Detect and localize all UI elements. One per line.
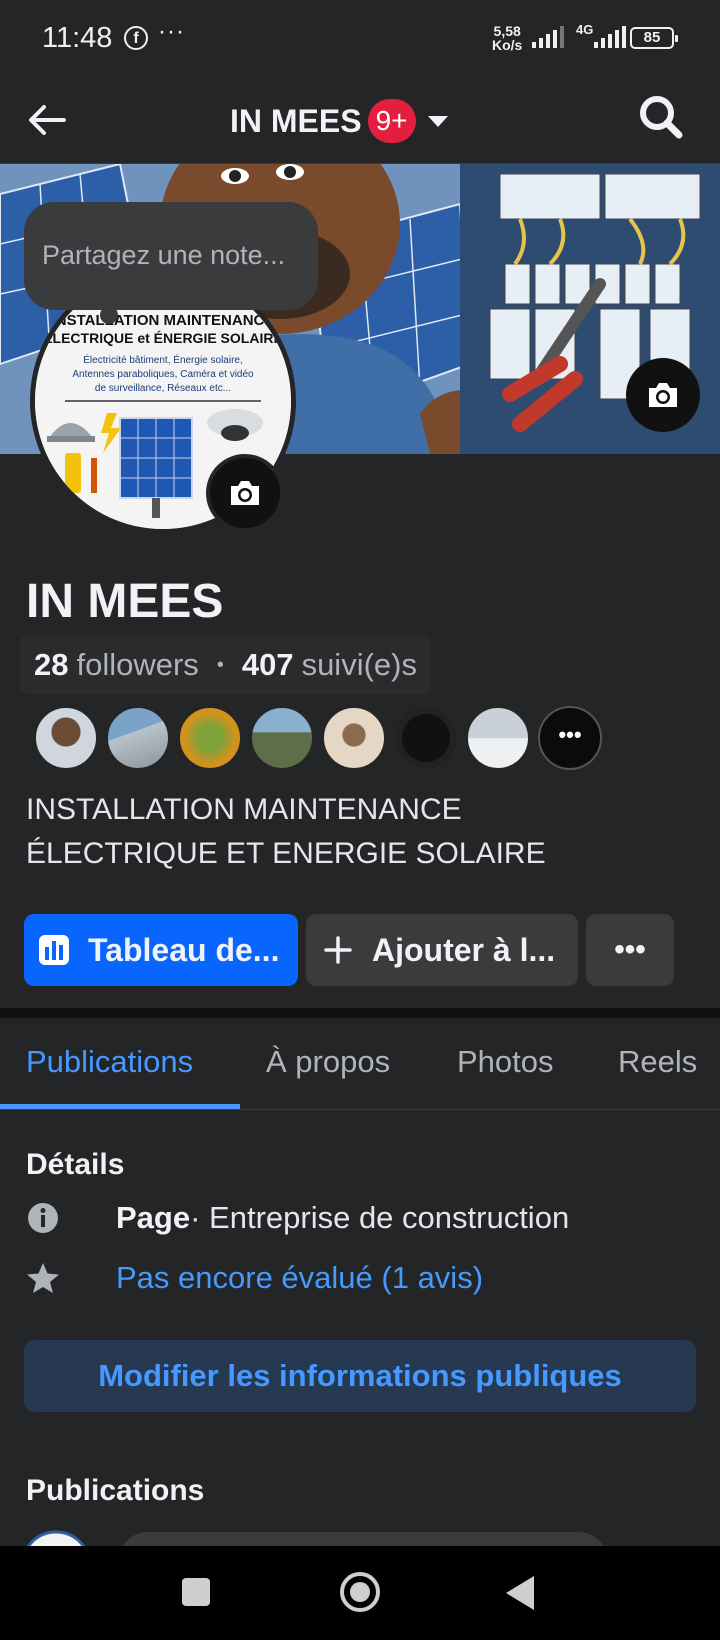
chart-icon <box>38 934 70 966</box>
page-category: · Entreprise de construction <box>190 1200 570 1235</box>
stats-separator: • <box>216 653 224 676</box>
friend-avatar[interactable] <box>322 706 386 770</box>
friend-avatar[interactable] <box>394 706 458 770</box>
profile-name: IN MEES <box>26 575 224 628</box>
edit-public-info-button[interactable]: Modifier les informations publiques <box>24 1340 696 1412</box>
more-notifications-icon: ··· <box>158 18 185 45</box>
friend-avatar[interactable] <box>250 706 314 770</box>
friends-strip: ••• <box>34 706 610 770</box>
home-button[interactable] <box>340 1572 380 1612</box>
network-speed: 5,58 Ko/s <box>492 24 522 52</box>
add-to-story-button[interactable]: Ajouter à l... <box>306 914 578 986</box>
star-icon <box>26 1261 60 1295</box>
profile-tabs: Publications À propos Photos Reels <box>0 1018 720 1110</box>
bio-line-1: INSTALLATION MAINTENANCE <box>26 793 462 826</box>
info-icon <box>26 1202 60 1234</box>
friend-avatar[interactable] <box>106 706 170 770</box>
clock: 11:48 <box>42 22 113 54</box>
tab-photos[interactable]: Photos <box>457 1044 554 1080</box>
avatar-line-4: Antennes paraboliques, Caméra et vidéo <box>72 369 254 380</box>
page-bio: INSTALLATION MAINTENANCE ÉLECTRIQUE ET E… <box>26 788 666 876</box>
section-divider <box>0 1008 720 1018</box>
dashboard-label: Tableau de... <box>88 931 280 968</box>
camera-icon <box>649 383 677 407</box>
signal-4g-icon <box>594 26 626 48</box>
app-header: IN MEES 9+ <box>0 78 720 164</box>
notification-badge: 9+ <box>367 99 416 143</box>
back-button[interactable] <box>24 96 72 144</box>
note-bubble-tail <box>100 306 118 324</box>
follow-stats[interactable]: 28 followers • 407 suivi(e)s <box>20 636 431 694</box>
arrow-left-icon <box>29 105 66 135</box>
edit-profile-picture-button[interactable] <box>206 454 284 532</box>
following-count: 407 <box>241 647 294 682</box>
signal-icon <box>532 26 564 48</box>
following-label: suivi(e)s <box>301 647 417 682</box>
bio-line-2: ÉLECTRIQUE ET ENERGIE SOLAIRE <box>26 837 546 870</box>
avatar-line-1: INSTALLATION MAINTENANCE <box>52 312 275 329</box>
system-nav-bar <box>0 1546 720 1640</box>
avatar-line-2: ÉLECTRIQUE et ÉNERGIE SOLAIRE <box>43 330 283 346</box>
tab-publications[interactable]: Publications <box>26 1044 193 1080</box>
plus-icon <box>322 934 354 966</box>
network-type: 4G <box>576 22 594 37</box>
friend-avatar[interactable] <box>178 706 242 770</box>
tab-about[interactable]: À propos <box>266 1044 390 1080</box>
dashboard-button[interactable]: Tableau de... <box>24 914 298 986</box>
avatar-line-3: Électricité bâtiment, Énergie solaire, <box>83 353 243 366</box>
network-speed-unit: Ko/s <box>492 37 523 53</box>
tab-reels[interactable]: Reels <box>618 1044 697 1080</box>
followers-count: 28 <box>34 647 69 682</box>
camera-icon <box>231 481 259 505</box>
network-speed-value: 5,58 <box>493 23 521 39</box>
details-heading: Détails <box>26 1148 125 1181</box>
search-button[interactable] <box>636 92 686 142</box>
rating-link[interactable]: Pas encore évalué (1 avis) <box>116 1260 483 1296</box>
avatar-line-5: de surveillance, Réseaux etc... <box>95 383 231 394</box>
battery-icon: 85 <box>630 27 678 49</box>
friend-avatar[interactable] <box>466 706 530 770</box>
edit-cover-button[interactable] <box>626 358 700 432</box>
note-placeholder[interactable]: Partagez une note... <box>42 240 285 271</box>
rating-row[interactable]: Pas encore évalué (1 avis) <box>26 1260 483 1296</box>
active-tab-indicator <box>0 1104 240 1109</box>
home-icon <box>350 1582 370 1602</box>
followers-label: followers <box>76 647 199 682</box>
publications-heading: Publications <box>26 1474 205 1507</box>
chevron-down-icon <box>427 115 448 127</box>
page-title: IN MEES <box>230 102 362 139</box>
facebook-notification-icon: f <box>124 26 148 50</box>
search-icon <box>640 96 683 139</box>
recents-button[interactable] <box>182 1578 210 1606</box>
page-category-row: Page · Entreprise de construction <box>26 1200 569 1236</box>
page-switcher[interactable]: IN MEES 9+ <box>230 96 448 146</box>
status-bar: 11:48 f ··· 5,58 Ko/s 4G 85 <box>0 0 720 78</box>
page-label: Page <box>116 1200 191 1235</box>
add-label: Ajouter à l... <box>372 931 556 968</box>
more-friends-button[interactable]: ••• <box>538 706 602 770</box>
profile-actions: Tableau de... Ajouter à l... ••• <box>24 914 674 986</box>
friend-avatar[interactable] <box>34 706 98 770</box>
more-options-button[interactable]: ••• <box>586 914 674 986</box>
back-nav-button[interactable] <box>506 1576 534 1610</box>
